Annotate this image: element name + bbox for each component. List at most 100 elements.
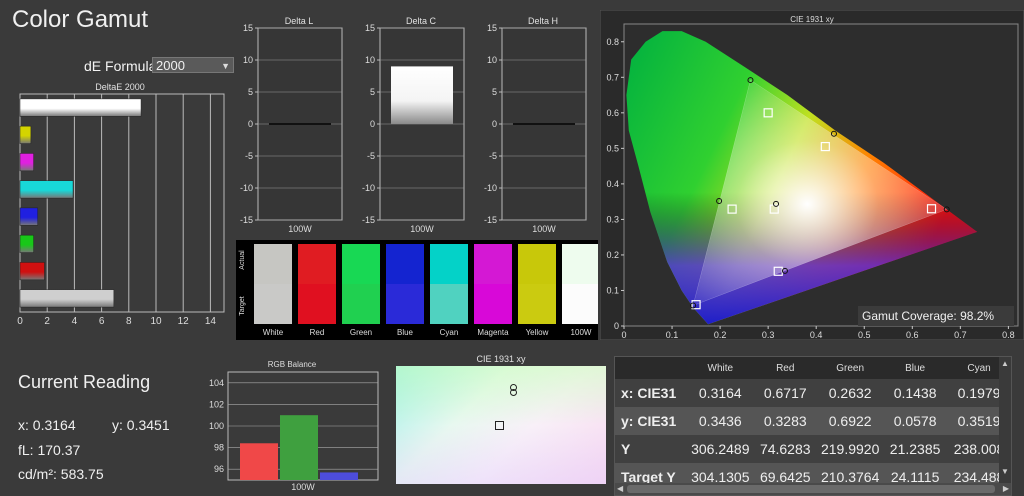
- swatch-target: [386, 284, 424, 324]
- cie-ytick-label: 0.4: [606, 179, 619, 189]
- table-cell: 0.3283: [753, 407, 818, 435]
- cie-xtick-label: 0.6: [906, 330, 919, 340]
- swatch-target: [254, 284, 292, 324]
- table-column-header: [615, 357, 687, 379]
- delta-tick-label: 10: [243, 55, 253, 65]
- delta-tick-label: 15: [365, 23, 375, 33]
- rgb-bar: [320, 472, 358, 480]
- small-cie-chart: [396, 366, 606, 484]
- delta-tick-label: -15: [484, 215, 497, 225]
- delta-chart: 15 10 5 0 -5 -10 -15 100W: [484, 23, 587, 234]
- swatch-label: 100W: [571, 328, 592, 337]
- deltae-tick-label: 2: [44, 316, 50, 327]
- gamut-coverage-label: Gamut Coverage:: [862, 309, 957, 323]
- scroll-down-icon[interactable]: ▼: [1001, 467, 1009, 476]
- vertical-scrollbar[interactable]: ▲ ▼: [999, 357, 1011, 483]
- rgb-tick-label: 98: [214, 443, 224, 453]
- cie-xtick-label: 0.2: [714, 330, 727, 340]
- swatch-target: [298, 284, 336, 324]
- delta-tick-label: 15: [243, 23, 253, 33]
- scroll-up-icon[interactable]: ▲: [1001, 359, 1009, 368]
- measurement-grid: White Red Green Blue Cyan x: CIE31 0.3164 0.671…: [615, 357, 1011, 491]
- scroll-left-icon[interactable]: ◀: [617, 484, 623, 493]
- swatch-target: [562, 284, 598, 324]
- deltae-bar: [19, 207, 38, 226]
- deltae-bar: [19, 262, 45, 281]
- table-header-row: White Red Green Blue Cyan: [615, 357, 1011, 379]
- table-cell: 306.2489: [687, 435, 754, 463]
- de-formula-value: 2000: [156, 58, 185, 73]
- table-column-header: Blue: [905, 362, 926, 374]
- deltae-plot-area: [19, 93, 225, 313]
- reading-fl: fL: 170.37: [18, 442, 81, 458]
- delta-tick-label: 5: [248, 87, 253, 97]
- delta-tick-label: 10: [487, 55, 497, 65]
- deltae-title: DeltaE 2000: [95, 82, 145, 92]
- swatch-target: [342, 284, 380, 324]
- table-row-header: x: CIE31: [615, 379, 688, 407]
- table-cell: 0.3436: [687, 407, 754, 435]
- rgb-bar: [280, 415, 318, 480]
- cie-xtick-label: 0.5: [858, 330, 871, 340]
- cie-1931-chart: CIE 1931 xy 0 0.1 0.2 0.3 0.4 0.5 0.6 0.7 0.8 0.8 0…: [600, 10, 1024, 340]
- scroll-right-icon[interactable]: ▶: [1003, 484, 1009, 493]
- de-formula-select[interactable]: 2000 ▼: [152, 57, 234, 73]
- delta-chart: 15 10 5 0 -5 -10 -15 100W: [240, 23, 343, 234]
- small-cie-measured-marker: [510, 389, 517, 396]
- swatch-actual: [386, 244, 424, 284]
- swatch-actual: [474, 244, 512, 284]
- cie-ytick-label: 0.8: [606, 37, 619, 47]
- measurement-table[interactable]: White Red Green Blue Cyan x: CIE31 0.3164 0.671…: [614, 356, 1012, 496]
- deltae-tick-label: 14: [205, 316, 217, 327]
- rgb-tick-label: 96: [214, 464, 224, 474]
- chevron-down-icon: ▼: [221, 61, 230, 71]
- delta-tick-label: -5: [367, 151, 375, 161]
- swatch-actual: [254, 244, 292, 284]
- cie-ytick-label: 0.5: [606, 143, 619, 153]
- deltae-tick-label: 0: [17, 316, 23, 327]
- rgb-balance-chart: RGB Balance 104 102 100 98 96 100W: [209, 360, 379, 492]
- reading-cdm2: cd/m²: 583.75: [18, 466, 104, 482]
- cie-xtick-label: 0.7: [954, 330, 967, 340]
- cie-ytick-label: 0: [614, 321, 619, 331]
- delta-tick-label: 5: [492, 87, 497, 97]
- delta-xlabel: 100W: [532, 224, 556, 234]
- swatch-actual: [562, 244, 598, 284]
- rgb-xlabel: 100W: [291, 482, 315, 492]
- cie-ytick-label: 0.1: [606, 285, 619, 295]
- delta-xlabel: 100W: [288, 224, 312, 234]
- gamut-coverage-value: 98.2%: [960, 309, 995, 323]
- app-title: Color Gamut: [12, 6, 149, 33]
- scroll-thumb[interactable]: [627, 485, 995, 493]
- deltae-tick-label: 8: [126, 316, 132, 327]
- small-cie-title: CIE 1931 xy: [476, 354, 526, 364]
- swatch-label: White: [263, 328, 284, 337]
- delta-bar: [391, 66, 453, 124]
- de-formula-label: dE Formula:: [84, 58, 161, 74]
- cie-ytick-label: 0.3: [606, 214, 619, 224]
- swatch-actual-label: Actual: [239, 250, 246, 270]
- delta-chart: 15 10 5 0 -5 -10 -15 100W: [362, 23, 465, 234]
- swatch-actual: [342, 244, 380, 284]
- delta-tick-label: -10: [484, 183, 497, 193]
- swatch-label: Cyan: [440, 328, 459, 337]
- table-row: Y 306.2489 74.6283 219.9920 21.2385 238.008: [615, 435, 1011, 463]
- table-cell: 0.3164: [687, 379, 754, 407]
- swatch-actual: [298, 244, 336, 284]
- table-cell: 74.6283: [753, 435, 818, 463]
- swatch-target: [518, 284, 556, 324]
- table-cell: 0.2632: [817, 379, 884, 407]
- table-cell: 21.2385: [883, 435, 948, 463]
- delta-tick-label: 5: [370, 87, 375, 97]
- delta-xlabel: 100W: [410, 224, 434, 234]
- swatch-target: [430, 284, 468, 324]
- swatch-label: Green: [350, 328, 372, 337]
- delta-tick-label: -10: [362, 183, 375, 193]
- cie-xtick-label: 0.8: [1002, 330, 1015, 340]
- horizontal-scrollbar[interactable]: ◀ ▶: [615, 483, 1011, 495]
- cie-ytick-label: 0.7: [606, 72, 619, 82]
- swatch-label: Red: [310, 328, 325, 337]
- table-cell: 0.1438: [883, 379, 948, 407]
- delta-tick-label: -15: [362, 215, 375, 225]
- deltae-bar: [19, 153, 34, 172]
